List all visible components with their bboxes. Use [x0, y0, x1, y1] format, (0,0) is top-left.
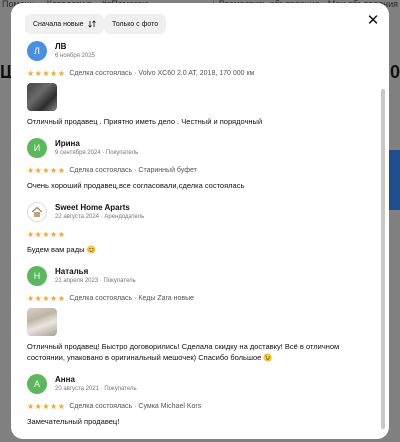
reviews-modal: Сначала новые Только с фото ✕ Л ЛВ 6 ноя…	[11, 3, 389, 439]
rating-stars: ★★★★★	[27, 293, 66, 303]
review-item: И Ирина 9 сентября 2024 · Покупатель ★★★…	[27, 136, 371, 191]
reviewer-name[interactable]: Анна	[55, 375, 137, 385]
avatar[interactable]: А	[27, 374, 47, 394]
deal-status: Сделка состоялась · Старинный буфет	[69, 166, 197, 174]
background-heading-fragment-right: 0	[389, 62, 400, 82]
sort-icon	[87, 20, 96, 28]
deal-status: Сделка состоялась · Сумка Michael Kors	[69, 402, 202, 410]
deal-status: Сделка состоялась · Volvo XC60 2.0 AT, 2…	[69, 69, 255, 77]
review-text: Очень хороший продавец,все согласовали,с…	[27, 181, 245, 190]
photo-only-label: Только с фото	[112, 20, 159, 28]
avatar[interactable]: Л	[27, 41, 47, 61]
close-icon[interactable]: ✕	[365, 12, 381, 29]
review-photo[interactable]	[27, 83, 57, 111]
review-photo[interactable]	[27, 308, 57, 336]
house-logo-icon	[31, 206, 43, 217]
rating-stars: ★★★★★	[27, 68, 66, 78]
review-meta: 21 апреля 2023 · Покупатель	[55, 277, 136, 284]
reviewer-name[interactable]: ЛВ	[55, 42, 95, 52]
review-item: Л ЛВ 6 ноября 2025 ★★★★★ Сделка состояла…	[27, 39, 371, 127]
background-button-fragment	[388, 150, 400, 210]
reviewer-name[interactable]: Ирина	[55, 139, 138, 149]
review-meta: 22 августа 2024 · Арендодатель	[55, 213, 145, 220]
rating-stars: ★★★★★	[27, 229, 66, 239]
reviews-list: Л ЛВ 6 ноября 2025 ★★★★★ Сделка состояла…	[11, 39, 389, 436]
sort-button[interactable]: Сначала новые	[25, 14, 104, 34]
rating-stars: ★★★★★	[27, 401, 66, 411]
review-meta: 20 августа 2021 · Покупатель	[55, 385, 137, 392]
review-text: Будем вам рады 😊	[27, 245, 96, 254]
review-item: А Анна 20 августа 2021 · Покупатель ★★★★…	[27, 372, 371, 427]
photo-only-filter[interactable]: Только с фото	[104, 14, 167, 34]
review-item: Sweet Home Aparts 22 августа 2024 · Арен…	[27, 200, 371, 255]
avatar[interactable]: И	[27, 138, 47, 158]
rating-stars: ★★★★★	[27, 165, 66, 175]
review-text: Замечательный продавец!	[27, 417, 120, 426]
review-text: Отличный продавец! Быстро договорились! …	[27, 342, 340, 362]
review-text: Отличный продавец . Приятно иметь дело .…	[27, 117, 263, 126]
review-item: Н Наталья 21 апреля 2023 · Покупатель ★★…	[27, 264, 371, 363]
shop-logo-icon[interactable]	[27, 202, 47, 222]
reviewer-name[interactable]: Sweet Home Aparts	[55, 203, 144, 213]
review-meta: 9 сентября 2024 · Покупатель	[55, 149, 139, 156]
sort-label: Сначала новые	[33, 20, 84, 28]
modal-header: Сначала новые Только с фото ✕	[11, 3, 389, 39]
deal-status: Сделка состоялась · Кеды Zara новые	[69, 294, 195, 302]
reviewer-name[interactable]: Наталья	[55, 267, 136, 277]
avatar[interactable]: Н	[27, 266, 47, 286]
review-meta: 6 ноября 2025	[55, 52, 95, 59]
